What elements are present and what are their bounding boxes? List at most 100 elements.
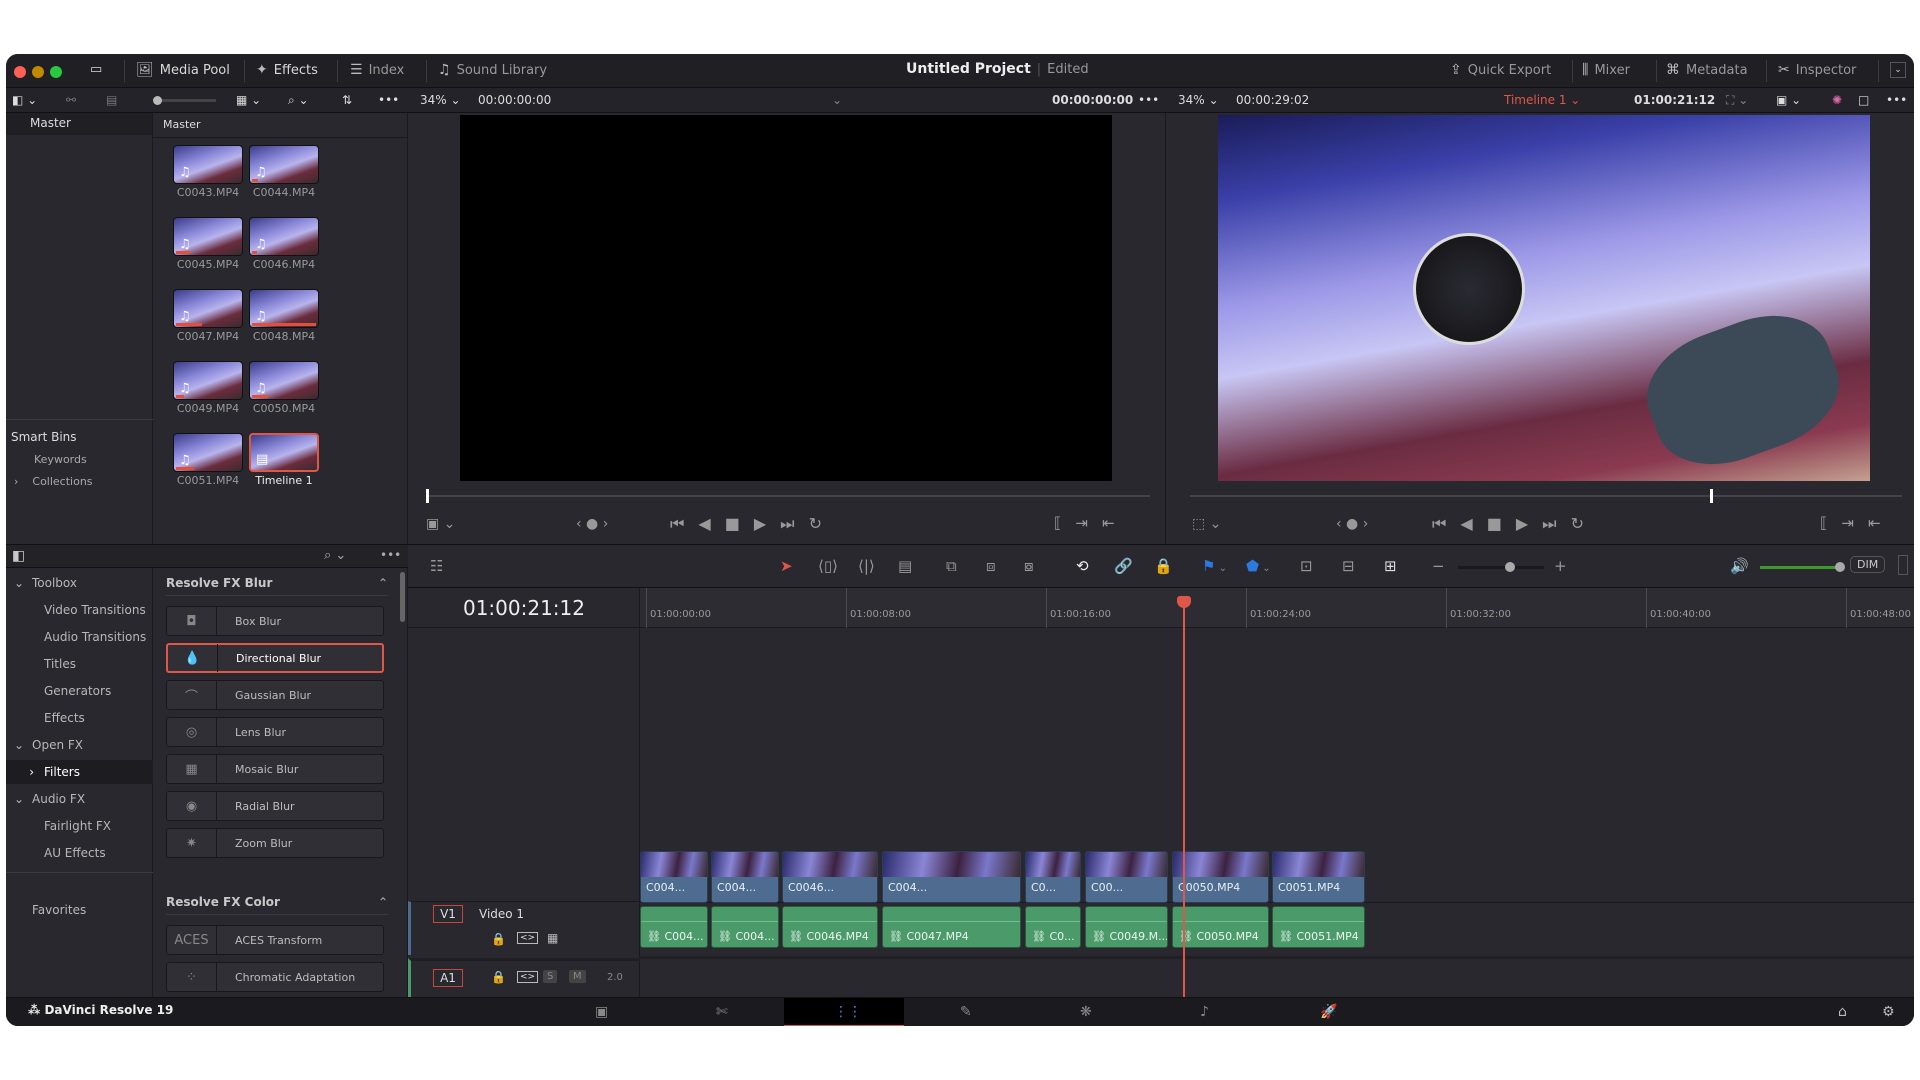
effects-tree-item[interactable]: › Filters <box>6 760 153 784</box>
media-pool-clip-thumbnail[interactable]: ♫ <box>173 217 243 256</box>
index-button[interactable]: ☰ Index <box>350 62 404 78</box>
source-mark-controls[interactable]: ⟦⇥⇤ <box>1054 514 1129 532</box>
monitor-icon[interactable]: ▭ <box>90 62 102 77</box>
color-page-icon[interactable]: ❋ <box>1080 1004 1092 1020</box>
media-pool-clip-name[interactable]: Timeline 1 <box>234 474 334 487</box>
audio-auto-track-icon[interactable]: <> <box>517 971 539 983</box>
effects-tree-item[interactable]: Fairlight FX <box>6 814 153 838</box>
timeline-ruler[interactable]: 01:00:00:00 01:00:08:00 01:00:16:00 01:00:2… <box>640 588 1914 628</box>
video-clip[interactable]: C0050.MP4 <box>1172 851 1269 903</box>
position-lock-icon[interactable]: 🔒 <box>1154 557 1173 575</box>
source-transport-controls[interactable]: ⏮◀■▶⏭↻ <box>670 514 836 534</box>
effects-tree-item[interactable]: ⌄ Audio FX <box>6 787 153 811</box>
track-v1-button[interactable]: V1 <box>433 905 463 923</box>
media-page-icon[interactable]: ▣ <box>595 1004 608 1020</box>
video-clip[interactable]: C004... <box>711 851 779 903</box>
media-pool-button[interactable]: 🖼 Media Pool <box>136 62 230 78</box>
overwrite-clip-icon[interactable]: ⧈ <box>986 557 996 575</box>
solo-button[interactable]: S <box>543 970 558 983</box>
home-icon[interactable]: ⌂ <box>1838 1004 1847 1020</box>
video-clip[interactable]: C0046... <box>782 851 878 903</box>
bin-master[interactable]: Master <box>6 113 152 135</box>
audio-clip[interactable]: ⛓ C0... <box>1025 906 1081 948</box>
effects-panel-toggle-icon[interactable]: ◧ <box>12 548 25 564</box>
media-pool-clip-name[interactable]: C0044.MP4 <box>234 186 334 199</box>
timeline-mark-controls[interactable]: ⟦⇥⇤ <box>1820 514 1895 532</box>
timeline-viewer-mode-icon[interactable]: ⬚ ⌄ <box>1192 516 1221 532</box>
effect-item[interactable]: ACES ACES Transform <box>166 925 384 955</box>
timeline-name-dropdown[interactable]: Timeline 1 ⌄ <box>1504 93 1580 107</box>
audio-clip[interactable]: ⛓ C0049.M... <box>1085 906 1168 948</box>
replace-clip-icon[interactable]: ⧇ <box>1024 557 1034 575</box>
quick-export-button[interactable]: ⇪ Quick Export <box>1450 62 1551 78</box>
timeline-options-icon[interactable]: ☷ <box>430 557 443 575</box>
audio-clip[interactable]: ⛓ C004... <box>640 906 708 948</box>
zoom-window-button[interactable] <box>50 66 62 78</box>
dynamic-trim-icon[interactable]: ⟨|⟩ <box>858 557 875 575</box>
media-pool-clip-thumbnail[interactable]: ♫ <box>173 361 243 400</box>
video-clip[interactable]: C004... <box>640 851 708 903</box>
effects-scrollbar[interactable] <box>400 572 405 622</box>
panel-toggle-icon[interactable]: ◧ ⌄ <box>12 93 37 107</box>
effects-tree-item[interactable]: ⌄ Toolbox <box>6 571 153 595</box>
track-video-enable-icon[interactable]: ▦ <box>547 931 558 945</box>
deliver-page-icon[interactable]: 🚀 <box>1320 1004 1337 1020</box>
zoom-full-icon[interactable]: ⊡ <box>1300 557 1313 575</box>
source-more-icon[interactable]: ••• <box>1138 93 1159 107</box>
fusion-page-icon[interactable]: ✎ <box>960 1004 972 1020</box>
smart-bin-keywords[interactable]: Keywords <box>34 453 87 466</box>
search-icon[interactable]: ⌕ ⌄ <box>288 93 309 108</box>
smart-bin-collections[interactable]: › Collections <box>14 475 93 488</box>
effects-tree-item[interactable]: Generators <box>6 679 153 703</box>
volume-slider[interactable] <box>1760 562 1845 572</box>
media-pool-clip-thumbnail[interactable]: ♫ <box>249 289 319 328</box>
effect-item[interactable]: ⌒ Gaussian Blur <box>166 680 384 710</box>
effects-search-icon[interactable]: ⌕ ⌄ <box>324 548 346 563</box>
thumbnail-size-slider[interactable] <box>153 96 216 105</box>
source-scrubber[interactable] <box>426 489 1150 503</box>
source-clip-dropdown[interactable]: ⌄ <box>832 93 842 107</box>
chevron-up-icon[interactable]: ⌃ <box>378 576 388 590</box>
metadata-button[interactable]: ⌘ Metadata <box>1666 62 1748 78</box>
audio-clip[interactable]: ⛓ C0046.MP4 <box>782 906 878 948</box>
video-clip[interactable]: C0... <box>1025 851 1081 903</box>
effects-section-header[interactable]: Resolve FX Color ⌃ <box>166 895 388 915</box>
mute-button[interactable]: M <box>569 970 586 983</box>
effects-tree-item[interactable]: Favorites <box>6 898 153 922</box>
effect-item[interactable]: ⁘ Chromatic Adaptation <box>166 962 384 992</box>
inspector-button[interactable]: ✂ Inspector <box>1778 62 1856 78</box>
effect-item[interactable]: ◉ Radial Blur <box>166 791 384 821</box>
sort-icon[interactable]: ⇅ <box>342 93 352 107</box>
settings-gear-icon[interactable]: ⚙ <box>1882 1004 1895 1020</box>
media-pool-clip-thumbnail[interactable]: ♫ <box>173 145 243 184</box>
audio-lock-icon[interactable]: 🔒 <box>491 970 506 984</box>
subtitle-icon[interactable]: ▤ <box>106 93 117 107</box>
timeline-tracks[interactable] <box>640 628 1914 1008</box>
media-pool-clip-thumbnail[interactable]: ♫ <box>249 361 319 400</box>
effects-tree-item[interactable]: ⌄ Open FX <box>6 733 153 757</box>
zoom-out-icon[interactable]: − <box>1432 557 1445 575</box>
effects-tree-item[interactable]: Video Transitions <box>6 598 153 622</box>
zoom-detail-icon[interactable]: ⊟ <box>1342 557 1355 575</box>
video-clip[interactable]: C004... <box>882 851 1021 903</box>
audio-clip[interactable]: ⛓ C004... <box>711 906 779 948</box>
timeline-zoom[interactable]: 34% ⌄ <box>1178 93 1219 107</box>
expand-icon[interactable]: ⌄ <box>1890 62 1906 78</box>
video-track-name[interactable]: Video 1 <box>479 907 524 921</box>
effect-item[interactable]: ◘ Box Blur <box>166 606 384 636</box>
effects-tree-item[interactable]: Effects <box>6 706 153 730</box>
media-pool-clip-thumbnail[interactable]: ♫ <box>249 217 319 256</box>
audio-clip[interactable]: ⛓ C0050.MP4 <box>1172 906 1269 948</box>
media-pool-clip-name[interactable]: C0048.MP4 <box>234 330 334 343</box>
audio-clip[interactable]: ⛓ C0047.MP4 <box>882 906 1021 948</box>
fairlight-page-icon[interactable]: ♪ <box>1200 1004 1209 1020</box>
mixer-button[interactable]: ⫼ Mixer <box>1582 62 1630 78</box>
effects-tree-item[interactable]: Audio Transitions <box>6 625 153 649</box>
timeline-jog-control[interactable]: ‹ ● › <box>1336 516 1368 532</box>
source-clip-type-icon[interactable]: ▣ ⌄ <box>426 516 455 532</box>
marker-icon[interactable]: ⬟ ⌄ <box>1246 557 1271 575</box>
media-pool-clip-name[interactable]: C0046.MP4 <box>234 258 334 271</box>
edit-page-tab[interactable]: ⋮⋮ <box>784 998 904 1026</box>
effects-section-header[interactable]: Resolve FX Blur ⌃ <box>166 576 388 596</box>
media-pool-clip-thumbnail[interactable]: ▤ <box>249 433 319 472</box>
